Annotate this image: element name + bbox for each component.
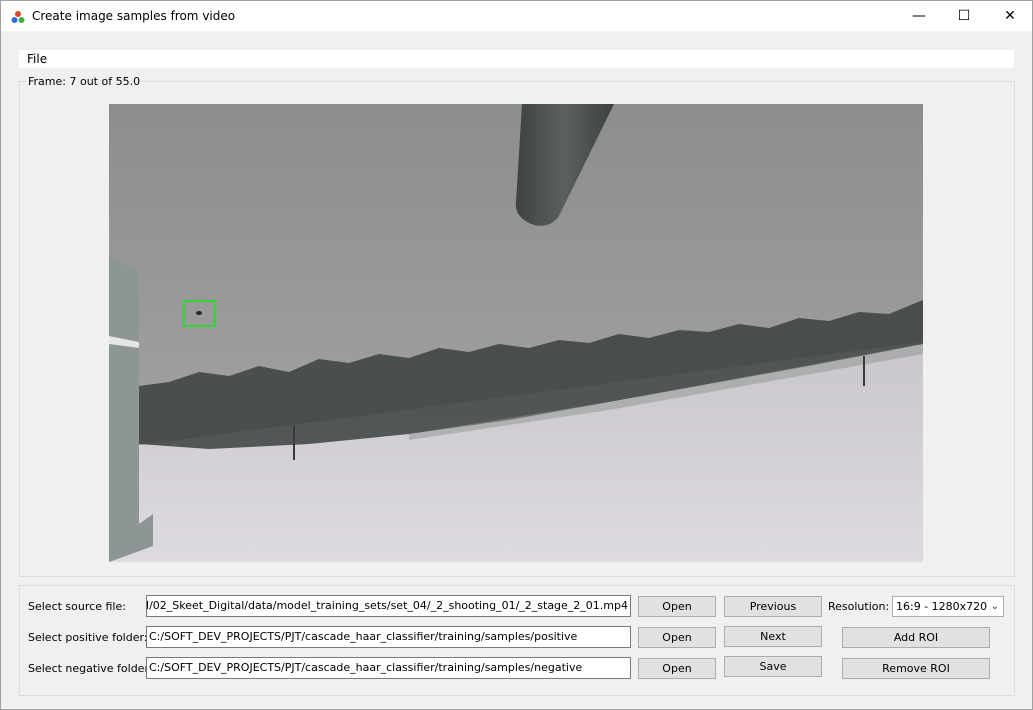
video-frame[interactable] (109, 104, 923, 562)
minimize-button[interactable]: — (896, 1, 942, 31)
resolution-label: Resolution: (828, 600, 890, 613)
negative-folder-label: Select negative folder: (28, 662, 153, 675)
video-image (109, 104, 923, 562)
previous-button[interactable]: Previous (724, 596, 822, 617)
menu-file[interactable]: File (27, 52, 47, 66)
remove-roi-button[interactable]: Remove ROI (842, 658, 990, 679)
chevron-down-icon: ⌄ (990, 601, 999, 612)
negative-folder-input[interactable]: C:/SOFT_DEV_PROJECTS/PJT/cascade_haar_cl… (146, 657, 631, 679)
resolution-value: 16:9 - 1280x720 (896, 600, 988, 613)
menu-bar: File (19, 50, 1014, 68)
maximize-button[interactable]: ☐ (941, 1, 987, 31)
next-button[interactable]: Next (724, 626, 822, 647)
open-source-button[interactable]: Open (638, 596, 716, 617)
app-icon (11, 11, 25, 23)
open-negative-button[interactable]: Open (638, 658, 716, 679)
source-file-label: Select source file: (28, 600, 126, 613)
frame-counter-label: Frame: 7 out of 55.0 (26, 75, 143, 88)
positive-folder-label: Select positive folder: (28, 631, 148, 644)
close-button[interactable]: ✕ (987, 1, 1033, 31)
title-bar: Create image samples from video — ☐ ✕ (1, 1, 1032, 31)
open-positive-button[interactable]: Open (638, 627, 716, 648)
source-file-value: C:/SOFT_DEV_PROJECTS/PJT/Skeet_digital/0… (146, 599, 628, 612)
window-title: Create image samples from video (32, 9, 236, 23)
resolution-select[interactable]: 16:9 - 1280x720 ⌄ (892, 596, 1004, 617)
save-button[interactable]: Save (724, 656, 822, 677)
source-file-input[interactable]: C:/SOFT_DEV_PROJECTS/PJT/Skeet_digital/0… (146, 595, 631, 617)
positive-folder-input[interactable]: C:/SOFT_DEV_PROJECTS/PJT/cascade_haar_cl… (146, 626, 631, 648)
add-roi-button[interactable]: Add ROI (842, 627, 990, 648)
